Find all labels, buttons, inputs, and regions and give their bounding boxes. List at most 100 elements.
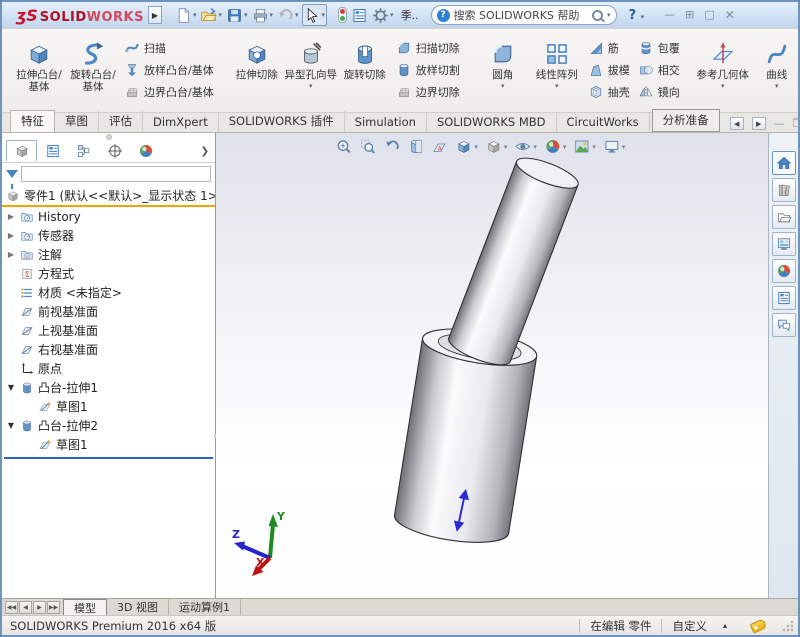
save-button[interactable]: ▾	[225, 4, 249, 26]
draft-button[interactable]: 拔模	[584, 60, 634, 80]
tab-simulation[interactable]: Simulation	[345, 113, 427, 132]
rollback-bar[interactable]	[4, 457, 213, 459]
tab-circuitworks[interactable]: CircuitWorks	[557, 113, 650, 132]
tab-evaluate[interactable]: 评估	[99, 111, 143, 132]
fillet-button[interactable]: 圆角 ▾	[476, 34, 530, 106]
tree-item-equations[interactable]: 方程式	[2, 264, 215, 283]
tree-root-part[interactable]: 零件1 (默认<<默认>_显示状态 1>)	[2, 186, 215, 207]
new-file-button[interactable]: ▾	[174, 4, 198, 26]
resize-grip[interactable]	[782, 619, 794, 632]
open-file-button[interactable]: ▾	[199, 4, 223, 26]
tab-scroll-right-button[interactable]: ▶	[751, 117, 766, 130]
shell-button[interactable]: 抽壳	[584, 82, 634, 102]
restore-button[interactable]: ⊞	[685, 9, 694, 20]
filter-funnel-icon[interactable]	[6, 170, 18, 189]
revolved-boss-button[interactable]: 旋转凸台/基体	[66, 34, 120, 106]
tag-icon[interactable]	[749, 617, 768, 634]
extruded-boss-button[interactable]: 拉伸凸台/基体	[12, 34, 66, 106]
close-button[interactable]: ✕	[725, 9, 735, 21]
search-input[interactable]: 搜索 SOLIDWORKS 帮助	[454, 7, 588, 23]
tree-item-boss-extrude1[interactable]: ▼ 凸台-拉伸1	[2, 378, 215, 397]
search-magnifier-icon[interactable]	[592, 9, 604, 21]
featuremanager-tab[interactable]	[6, 140, 37, 162]
display-style-button[interactable]: ▾	[485, 138, 507, 155]
custom-properties-button[interactable]	[771, 286, 796, 310]
forum-button[interactable]	[771, 313, 796, 337]
view-annotations-button[interactable]	[431, 138, 448, 155]
file-properties-button[interactable]	[350, 4, 369, 26]
tree-item-right-plane[interactable]: 右视基准面	[2, 340, 215, 359]
task-pane-home-button[interactable]	[771, 151, 796, 175]
tree-item-top-plane[interactable]: 上视基准面	[2, 321, 215, 340]
hole-wizard-button[interactable]: 异型孔向导 ▾	[284, 34, 338, 106]
panel-tabs-overflow[interactable]: ❯	[195, 140, 215, 162]
intersect-button[interactable]: 相交	[634, 60, 684, 80]
tab-dimxpert[interactable]: DimXpert	[143, 113, 219, 132]
search-box[interactable]: ? 搜索 SOLIDWORKS 帮助 ▾	[430, 5, 617, 25]
tab-analysis-preparation[interactable]: 分析准备	[651, 109, 720, 132]
options-button[interactable]: ▾	[371, 4, 395, 26]
zoom-to-area-button[interactable]	[359, 138, 376, 155]
3d-views-tab[interactable]: 3D 视图	[107, 599, 169, 615]
swept-cut-button[interactable]: 扫描切除	[392, 38, 464, 58]
select-button[interactable]: ▾	[301, 4, 328, 26]
revolved-cut-button[interactable]: 旋转切除	[338, 34, 392, 106]
tree-item-annotations[interactable]: ▶ 注解	[2, 245, 215, 264]
tab-nav-last-button[interactable]: ▶▶	[47, 600, 60, 614]
dimxpertmanager-tab[interactable]	[99, 140, 130, 162]
rib-button[interactable]: 筋	[584, 38, 634, 58]
document-restore-button[interactable]: ❐	[793, 118, 800, 129]
part-model[interactable]	[216, 133, 768, 598]
zoom-to-fit-button[interactable]	[335, 138, 352, 155]
configurationmanager-tab[interactable]	[68, 140, 99, 162]
displaymanager-tab[interactable]	[130, 140, 161, 162]
graphics-area[interactable]: ▾ ▾ ▾ ▾ ▾ ▾ Y Z X	[216, 133, 768, 598]
tab-nav-prev-button[interactable]: ◀	[19, 600, 32, 614]
previous-view-button[interactable]	[383, 138, 400, 155]
tab-scroll-left-button[interactable]: ◀	[729, 117, 744, 130]
tree-item-sketch1[interactable]: 草图1	[2, 397, 215, 416]
swept-boss-button[interactable]: 扫描	[120, 38, 218, 58]
curves-button[interactable]: 曲线 ▾	[750, 34, 800, 106]
mirror-button[interactable]: 镜向	[634, 82, 684, 102]
propertymanager-tab[interactable]	[37, 140, 68, 162]
tab-nav-next-button[interactable]: ▶	[33, 600, 46, 614]
undo-button[interactable]: ▾	[276, 4, 300, 26]
file-explorer-button[interactable]	[771, 205, 796, 229]
toolbar-overflow-label[interactable]: 季..	[401, 7, 419, 23]
tab-mbd[interactable]: SOLIDWORKS MBD	[427, 113, 557, 132]
extruded-cut-button[interactable]: 拉伸切除	[230, 34, 284, 106]
section-view-button[interactable]	[407, 138, 424, 155]
tree-item-material[interactable]: 材质 <未指定>	[2, 283, 215, 302]
reference-geometry-button[interactable]: 参考几何体 ▾	[696, 34, 750, 106]
minimize-button[interactable]: —	[664, 9, 675, 20]
tab-nav-first-button[interactable]: ◀◀	[5, 600, 18, 614]
tree-item-sensors[interactable]: ▶ 传感器	[2, 226, 215, 245]
appearances-scenes-button[interactable]	[771, 259, 796, 283]
hide-show-items-button[interactable]: ▾	[514, 138, 537, 155]
linear-pattern-button[interactable]: 线性阵列 ▾	[530, 34, 584, 106]
apply-scene-button[interactable]: ▾	[573, 138, 596, 155]
view-palette-button[interactable]	[771, 232, 796, 256]
custom-dropdown-arrow[interactable]: ▴	[723, 621, 727, 630]
wrap-button[interactable]: 包覆	[634, 38, 684, 58]
view-settings-button[interactable]: ▾	[603, 138, 625, 155]
tab-features[interactable]: 特征	[10, 110, 55, 132]
search-options-dropdown[interactable]: ▾	[607, 11, 611, 19]
help-button[interactable]: ? ▾	[629, 8, 645, 23]
model-tab[interactable]: 模型	[63, 599, 107, 615]
panel-collapse-handle[interactable]	[2, 133, 215, 140]
menu-flyout-button[interactable]: ▶	[147, 6, 162, 24]
print-button[interactable]: ▾	[251, 4, 275, 26]
tree-item-boss-extrude2[interactable]: ▼ 凸台-拉伸2	[2, 416, 215, 435]
boundary-cut-button[interactable]: 边界切除	[392, 82, 464, 102]
view-orientation-button[interactable]: ▾	[455, 138, 478, 155]
edit-appearance-button[interactable]: ▾	[544, 138, 566, 155]
lofted-cut-button[interactable]: 放样切割	[392, 60, 464, 80]
boundary-boss-button[interactable]: 边界凸台/基体	[120, 82, 218, 102]
motion-study-tab[interactable]: 运动算例1	[169, 599, 241, 615]
maximize-button[interactable]: □	[704, 9, 714, 20]
status-custom-dropdown[interactable]: 自定义	[672, 618, 707, 634]
tree-item-sketch1-2[interactable]: 草图1	[2, 435, 215, 454]
lofted-boss-button[interactable]: 放样凸台/基体	[120, 60, 218, 80]
